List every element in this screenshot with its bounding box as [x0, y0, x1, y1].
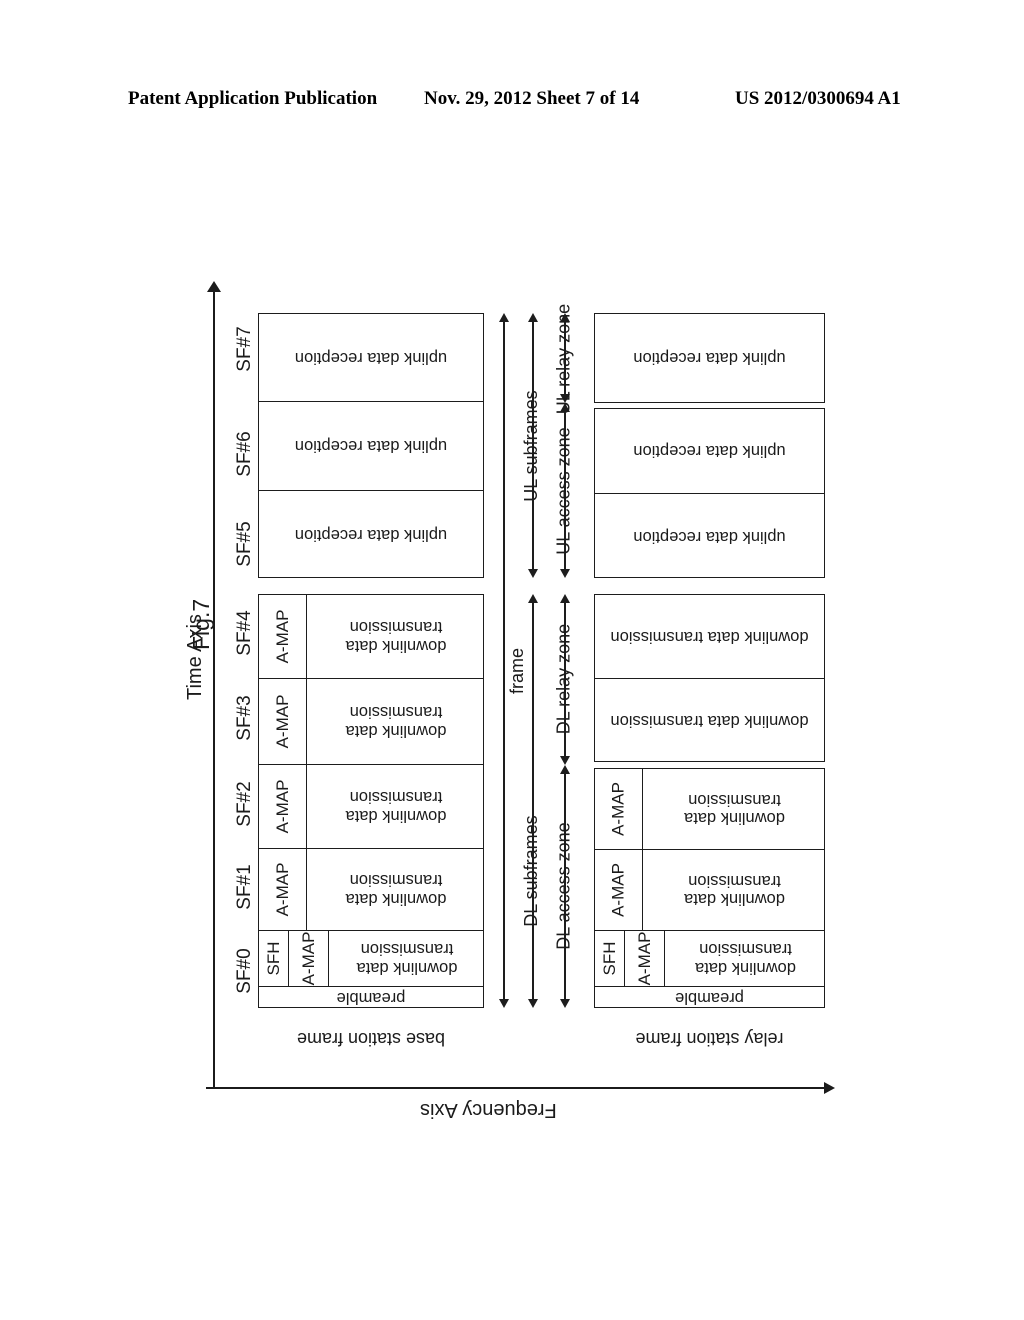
frequency-axis-arrowhead	[824, 1082, 835, 1094]
annotation-dl-subframes-label: DL subframes	[521, 815, 541, 927]
rs-sf0-amap: A-MAP	[625, 931, 665, 986]
rs-sf3-data-text: downlink data transmission	[610, 712, 809, 731]
rs-subframe-sf4: downlink data transmission	[595, 595, 824, 679]
rs-dl-access-group: A-MAP downlink data transmission A-MAP d…	[594, 768, 825, 1008]
sf-index-label-sf6: SF#6	[234, 431, 255, 477]
bs-preamble-text: preamble	[336, 989, 406, 1008]
bs-cell-sf5-uplink: uplink data reception	[259, 491, 483, 579]
rs-preamble-text: preamble	[675, 989, 744, 1008]
bs-sf1-data: downlink data transmission	[307, 849, 485, 930]
bs-subframe-sf1: A-MAP downlink data transmission	[259, 849, 483, 931]
rs-cell-sf5-uplink: uplink data reception	[595, 494, 824, 579]
bs-sf2-data-text: downlink data transmission	[345, 788, 447, 825]
bs-sf4-amap: A-MAP	[259, 595, 307, 678]
bs-sf4-data: downlink data transmission	[307, 595, 485, 678]
rs-subframe-sf1: A-MAP downlink data transmission	[595, 850, 824, 931]
rs-sf0-data: downlink data transmission	[665, 931, 826, 986]
rs-subframe-sf0: SFH A-MAP downlink data transmission	[595, 931, 824, 987]
bs-sf7-uplink-text: uplink data reception	[294, 348, 448, 367]
bs-sf0-data-text: downlink data transmission	[356, 940, 458, 977]
rs-subframe-sf3: downlink data transmission	[595, 679, 824, 763]
rs-sf2-amap: A-MAP	[595, 769, 643, 849]
frequency-axis-line	[206, 1087, 826, 1089]
figure-title: Fig.7	[188, 598, 214, 650]
bs-subframe-sf3: A-MAP downlink data transmission	[259, 679, 483, 765]
figure-7-drawing: Time Axis Fig.7 Frequency Axis base stat…	[0, 0, 1024, 1320]
rs-sf1-data-text: downlink data transmission	[684, 872, 785, 909]
bs-sf4-data-text: downlink data transmission	[345, 618, 447, 655]
frequency-axis-label: Frequency Axis	[420, 1099, 557, 1121]
rs-sf2-data: downlink data transmission	[643, 769, 826, 849]
bs-subframe-sf2: A-MAP downlink data transmission	[259, 765, 483, 849]
bs-cell-sf7-uplink: uplink data reception	[259, 314, 483, 402]
bs-sf2-amap: A-MAP	[259, 765, 307, 848]
bs-subframe-sf4: A-MAP downlink data transmission	[259, 595, 483, 679]
bs-sf5-uplink-text: uplink data reception	[294, 526, 448, 545]
rs-sf6-uplink-text: uplink data reception	[633, 442, 786, 461]
annotation-dl-relay-zone-label: DL relay zone	[553, 623, 574, 735]
annotation-dl-access-zone-label: DL access zone	[553, 822, 574, 950]
rs-ul-relay-group: uplink data reception	[594, 313, 825, 403]
bs-sf3-data: downlink data transmission	[307, 679, 485, 764]
rs-ul-access-group: uplink data reception uplink data recept…	[594, 408, 825, 578]
rs-sf2-data-text: downlink data transmission	[684, 791, 785, 828]
rs-sf1-data: downlink data transmission	[643, 850, 826, 930]
time-axis-arrowhead	[207, 281, 221, 292]
sf-index-label-sf7: SF#7	[234, 326, 255, 372]
bs-sf2-data: downlink data transmission	[307, 765, 485, 848]
rs-sf7-uplink-text: uplink data reception	[633, 349, 786, 368]
bs-dl-group: A-MAP downlink data transmission A-MAP d…	[258, 594, 484, 1008]
annotation-ul-subframes-label: UL subframes	[521, 390, 541, 502]
rs-cell-sf7-uplink: uplink data reception	[595, 314, 824, 402]
rs-sf4-data-text: downlink data transmission	[610, 627, 809, 646]
bs-sf0-data: downlink data transmission	[329, 931, 485, 986]
annotation-frame-label: frame	[507, 648, 527, 695]
relay-station-frame-caption: relay station frame	[635, 1029, 784, 1049]
rs-sf0-amap-text: A-MAP	[634, 931, 654, 986]
bs-preamble: preamble	[259, 987, 483, 1009]
rs-subframe-sf2: A-MAP downlink data transmission	[595, 769, 824, 850]
rs-sf0-data-text: downlink data transmission	[695, 940, 796, 977]
bs-cell-sf6-uplink: uplink data reception	[259, 402, 483, 491]
bs-sf1-amap: A-MAP	[259, 849, 307, 930]
bs-ul-group: uplink data reception uplink data recept…	[258, 313, 484, 578]
bs-sf1-data-text: downlink data transmission	[345, 871, 447, 908]
rs-dl-relay-group: downlink data transmission downlink data…	[594, 594, 825, 762]
rs-preamble: preamble	[595, 987, 824, 1009]
rs-sf1-amap: A-MAP	[595, 850, 643, 930]
bs-sf0-amap-text: A-MAP	[298, 931, 318, 986]
bs-sf6-uplink-text: uplink data reception	[294, 437, 448, 456]
rs-sf5-uplink-text: uplink data reception	[633, 527, 786, 546]
rs-cell-sf6-uplink: uplink data reception	[595, 409, 824, 494]
time-axis-line	[213, 288, 215, 1088]
bs-sf3-amap: A-MAP	[259, 679, 307, 764]
bs-sf3-data-text: downlink data transmission	[345, 703, 447, 740]
bs-subframe-sf0: SFH A-MAP downlink data transmission	[259, 931, 483, 987]
sf-index-label-sf5: SF#5	[234, 521, 255, 567]
base-station-frame-caption: base station frame	[296, 1029, 446, 1049]
bs-sf0-amap: A-MAP	[289, 931, 329, 986]
annotation-ul-access-zone-label: UL access zone	[553, 427, 574, 555]
